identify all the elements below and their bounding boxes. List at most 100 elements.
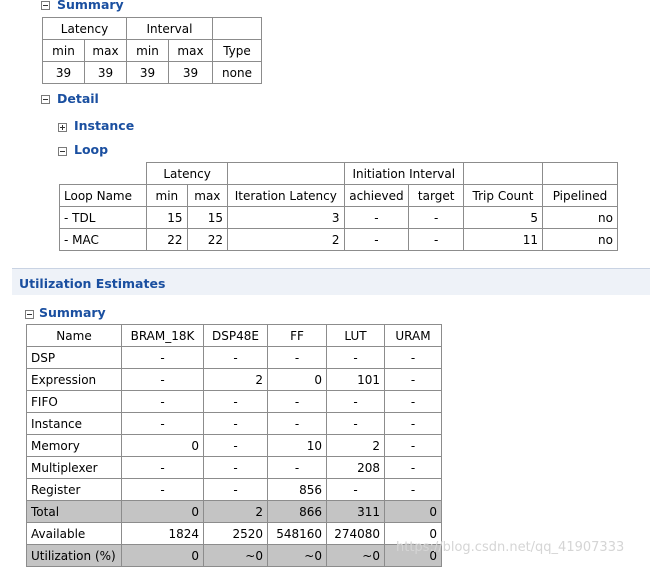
table-cell: 2 bbox=[227, 228, 345, 251]
table-cell: - bbox=[384, 434, 442, 457]
loop-name-cell: - TDL bbox=[58, 206, 148, 229]
table-cell: 39 bbox=[84, 61, 127, 84]
collapse-icon[interactable] bbox=[58, 147, 67, 156]
table-row: Total 0 2 866 311 0 bbox=[26, 500, 442, 523]
table-cell: no bbox=[542, 206, 618, 229]
watermark: https://blog.csdn.net/qq_41907333 bbox=[396, 540, 625, 555]
table-cell: - bbox=[203, 346, 268, 369]
table-cell: 22 bbox=[186, 228, 229, 251]
table-cell: ~0 bbox=[203, 544, 268, 567]
detail-title[interactable]: Detail bbox=[57, 91, 99, 107]
collapse-icon[interactable] bbox=[41, 95, 50, 104]
expand-icon[interactable] bbox=[58, 123, 67, 132]
table-cell: 10 bbox=[267, 434, 327, 457]
table-cell: 2 bbox=[203, 368, 268, 391]
table-cell: - bbox=[326, 478, 385, 501]
table-row: DSP - - - - - bbox=[26, 346, 442, 369]
table-cell: - bbox=[203, 456, 268, 479]
loop-title[interactable]: Loop bbox=[74, 142, 108, 158]
resource-name-cell: Utilization (%) bbox=[26, 544, 122, 567]
table-cell: 866 bbox=[267, 500, 327, 523]
table-cell: - bbox=[326, 346, 385, 369]
collapse-icon[interactable] bbox=[41, 1, 50, 10]
col-header: min bbox=[42, 39, 85, 62]
table-cell: - bbox=[267, 412, 327, 435]
table-cell: - bbox=[343, 228, 410, 251]
table-cell: 22 bbox=[146, 228, 188, 251]
table-cell: - bbox=[384, 478, 442, 501]
utilization-section-title[interactable]: Utilization Estimates bbox=[19, 276, 165, 292]
loop-name-cell: - MAC bbox=[58, 228, 148, 251]
col-header: achieved bbox=[343, 184, 410, 207]
table-row: Memory 0-10 2- bbox=[26, 434, 442, 457]
table-cell: 0 bbox=[121, 500, 204, 523]
table-cell: 856 bbox=[267, 478, 327, 501]
table-cell: - bbox=[384, 368, 442, 391]
table-row: - MAC 22 22 2 - - 11 no bbox=[58, 228, 618, 251]
table-cell: - bbox=[267, 390, 327, 413]
table-cell: - bbox=[203, 390, 268, 413]
table-cell: - bbox=[121, 412, 204, 435]
col-header: URAM bbox=[384, 324, 442, 347]
collapse-icon[interactable] bbox=[25, 310, 34, 319]
latency-group-header: Latency bbox=[146, 162, 229, 185]
table-cell: - bbox=[121, 368, 204, 391]
table-cell: 2 bbox=[326, 434, 385, 457]
col-header: min bbox=[126, 39, 169, 62]
perf-summary-title[interactable]: Summary bbox=[57, 0, 124, 13]
empty-header-cell bbox=[227, 162, 345, 185]
resource-name-cell: Instance bbox=[26, 412, 122, 435]
table-cell: 0 bbox=[121, 434, 204, 457]
empty-header-cell bbox=[542, 162, 618, 185]
table-row: Register - -856- - bbox=[26, 478, 442, 501]
empty-header-cell bbox=[212, 17, 262, 40]
table-cell: - bbox=[408, 206, 465, 229]
resource-name-cell: Total bbox=[26, 500, 122, 523]
initiation-interval-group-header: Initiation Interval bbox=[343, 162, 465, 185]
table-row: Expression -2 0 101- bbox=[26, 368, 442, 391]
resource-name-cell: Multiplexer bbox=[26, 456, 122, 479]
resource-name-cell: Memory bbox=[26, 434, 122, 457]
table-cell: - bbox=[326, 390, 385, 413]
table-cell: - bbox=[384, 390, 442, 413]
table-cell: 39 bbox=[42, 61, 85, 84]
col-header: max bbox=[84, 39, 127, 62]
resource-name-cell: FIFO bbox=[26, 390, 122, 413]
table-cell: - bbox=[408, 228, 465, 251]
table-cell: no bbox=[542, 228, 618, 251]
util-summary-title[interactable]: Summary bbox=[39, 305, 106, 321]
table-cell: - bbox=[326, 412, 385, 435]
table-cell: 0 bbox=[267, 368, 327, 391]
col-header: min bbox=[146, 184, 188, 207]
table-row: Utilization (%) 0 ~0 ~0 ~0 0 bbox=[26, 544, 442, 567]
table-cell: - bbox=[121, 390, 204, 413]
instance-title[interactable]: Instance bbox=[74, 118, 134, 134]
table-cell: 101 bbox=[326, 368, 385, 391]
table-cell: - bbox=[203, 478, 268, 501]
table-cell: 11 bbox=[463, 228, 543, 251]
table-cell: - bbox=[384, 346, 442, 369]
table-cell: - bbox=[384, 412, 442, 435]
table-cell: 39 bbox=[126, 61, 169, 84]
table-cell: - bbox=[343, 206, 410, 229]
table-row: - TDL 15 15 3 - - 5 no bbox=[58, 206, 618, 229]
table-cell: 311 bbox=[326, 500, 385, 523]
empty-corner-cell bbox=[60, 163, 147, 185]
table-cell: 15 bbox=[146, 206, 188, 229]
table-cell: 1824 bbox=[121, 522, 204, 545]
col-header: LUT bbox=[326, 324, 385, 347]
table-cell: 208 bbox=[326, 456, 385, 479]
col-header: Type bbox=[212, 39, 262, 62]
table-cell: - bbox=[121, 456, 204, 479]
resource-name-cell: Expression bbox=[26, 368, 122, 391]
col-header: Iteration Latency bbox=[227, 184, 345, 207]
col-header: max bbox=[168, 39, 213, 62]
table-cell: - bbox=[267, 346, 327, 369]
table-cell: 5 bbox=[463, 206, 543, 229]
loop-table: Latency Initiation Interval Loop Name mi… bbox=[58, 162, 618, 251]
table-cell: 2 bbox=[203, 500, 268, 523]
col-header: Trip Count bbox=[463, 184, 543, 207]
table-cell: 3 bbox=[227, 206, 345, 229]
table-row: FIFO - - - - - bbox=[26, 390, 442, 413]
table-row: Instance - - - - - bbox=[26, 412, 442, 435]
